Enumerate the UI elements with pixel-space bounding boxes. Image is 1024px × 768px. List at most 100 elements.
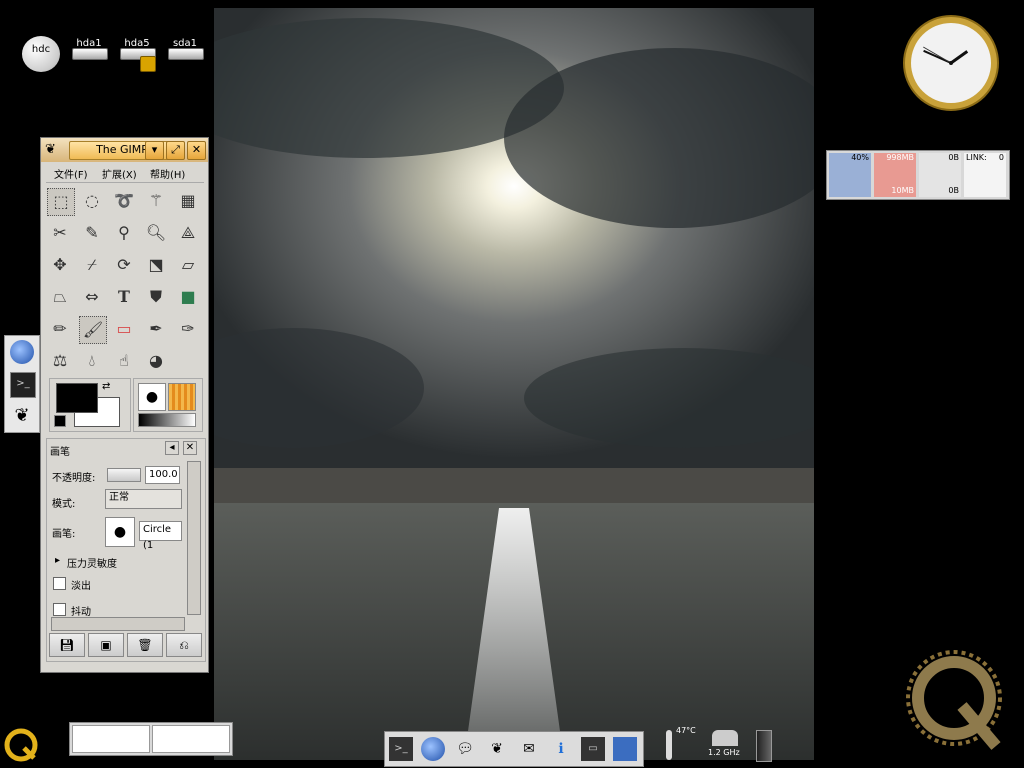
pager-desktop-1[interactable]: [72, 725, 150, 753]
desktop-icon[interactable]: [613, 737, 637, 761]
eraser-icon[interactable]: ▭: [111, 316, 137, 342]
gimp-icon[interactable]: ❦: [485, 737, 509, 761]
lasso-icon[interactable]: ➰: [111, 188, 137, 214]
close-button[interactable]: ✕: [187, 141, 206, 160]
tool-options-title: 画笔: [50, 447, 70, 458]
scissors-icon[interactable]: ✂: [47, 220, 73, 246]
cpu-label: 40%: [851, 153, 869, 162]
email-icon[interactable]: ✉: [517, 737, 541, 761]
crop-icon[interactable]: ⌿: [79, 252, 105, 278]
vertical-scrollbar[interactable]: [187, 461, 201, 615]
kde-logo-icon[interactable]: [4, 728, 38, 762]
paintbrush-icon[interactable]: 🖌︎: [79, 316, 107, 344]
link-value: 0: [998, 153, 1004, 162]
gradient-preview[interactable]: [138, 413, 196, 427]
panel-close-icon[interactable]: ✕: [183, 441, 197, 455]
rect-select-icon[interactable]: ⬚: [47, 188, 75, 216]
dodge-burn-icon[interactable]: ◕: [143, 348, 169, 374]
brush-pattern-gradient-area[interactable]: ●: [133, 378, 203, 432]
zoom-icon[interactable]: 🔍︎: [143, 220, 169, 246]
foreground-color[interactable]: [56, 383, 98, 413]
restore-icon[interactable]: ▣: [88, 633, 124, 657]
default-colors-icon[interactable]: [54, 415, 66, 427]
blend-icon[interactable]: ■: [175, 284, 201, 310]
window-titlebar[interactable]: ❦ The GIMP ▾ ⤢ ✕: [41, 138, 208, 162]
desktop-pager[interactable]: [69, 722, 233, 756]
terminal-icon[interactable]: >_: [389, 737, 413, 761]
pencil-icon[interactable]: ✏: [47, 316, 73, 342]
mode-dropdown[interactable]: 正常: [105, 489, 182, 509]
menu-file[interactable]: 文件(F): [54, 166, 88, 181]
swap-colors-icon[interactable]: ⇄: [102, 381, 110, 392]
mode-label: 模式:: [52, 499, 76, 510]
select-by-color-icon[interactable]: ▦: [175, 188, 201, 214]
chat-icon[interactable]: 💬︎: [453, 737, 477, 761]
network-monitor: 0B 0B: [919, 153, 961, 197]
ellipse-select-icon[interactable]: ◌: [79, 188, 105, 214]
blur-icon[interactable]: 💧︎: [79, 348, 105, 374]
text-icon[interactable]: T: [111, 284, 137, 310]
lock-icon: [140, 56, 156, 72]
opacity-field[interactable]: 100.0: [145, 466, 180, 484]
network-label: 0B: [948, 153, 959, 162]
gimp-icon[interactable]: ❦: [45, 142, 56, 157]
flip-icon[interactable]: ⇔: [79, 284, 105, 310]
menu-help[interactable]: 帮助(H): [150, 166, 185, 181]
cpu-gauge-icon: [712, 730, 738, 746]
horizontal-scrollbar[interactable]: [51, 617, 185, 631]
jitter-label: 抖动: [71, 607, 91, 618]
pressure-sensitivity-expander[interactable]: 压力灵敏度: [67, 555, 117, 570]
expander-arrow-icon[interactable]: ▸: [55, 555, 60, 566]
cpu-monitor: 40%: [829, 153, 871, 197]
brush-name-field[interactable]: Circle (1: [139, 521, 182, 551]
panel-collapse-icon[interactable]: ◂: [165, 441, 179, 455]
scale-icon[interactable]: ⬔: [143, 252, 169, 278]
desktop-wallpaper: [214, 8, 814, 760]
bucket-fill-icon[interactable]: ⛊: [143, 284, 169, 310]
menu-extensions[interactable]: 扩展(X): [102, 166, 137, 181]
move-icon[interactable]: ✥: [47, 252, 73, 278]
tool-options-panel: 画笔 ◂ ✕ 不透明度: 100.0 模式: 正常 画笔: ● Circle (…: [46, 438, 206, 662]
cdrom-drive-icon[interactable]: hdc: [22, 36, 60, 72]
opacity-slider[interactable]: [107, 468, 141, 482]
maximize-button[interactable]: ⤢: [166, 141, 185, 160]
info-icon[interactable]: ℹ: [549, 737, 573, 761]
left-dock: >_ ❦: [4, 335, 40, 433]
system-monitor: 40% 998MB 10MB 0B 0B LINK: 0: [826, 150, 1010, 200]
smudge-icon[interactable]: ☝: [111, 348, 137, 374]
save-icon[interactable]: 💾︎: [49, 633, 85, 657]
reset-icon[interactable]: ⎌: [166, 633, 202, 657]
analog-clock[interactable]: [902, 14, 1000, 112]
brush-select-icon[interactable]: ●: [105, 517, 135, 547]
minimize-button[interactable]: ▾: [145, 141, 164, 160]
console-icon[interactable]: ▭: [581, 737, 605, 761]
measure-icon[interactable]: ⟁: [175, 220, 201, 246]
paths-icon[interactable]: ✎: [79, 220, 105, 246]
fuzzy-select-icon[interactable]: ⚚: [143, 188, 169, 214]
disk-drive-icon[interactable]: sda1: [168, 38, 204, 60]
menu-bar: 文件(F) 扩展(X) 帮助(H): [46, 164, 204, 183]
fade-checkbox[interactable]: [53, 577, 66, 590]
brush-preview-icon[interactable]: ●: [138, 383, 166, 411]
color-picker-icon[interactable]: ⚲: [111, 220, 137, 246]
clone-icon[interactable]: ⚖: [47, 348, 73, 374]
disk-drive-icon[interactable]: hda1: [72, 38, 108, 60]
ink-icon[interactable]: ✑: [175, 316, 201, 342]
opacity-label: 不透明度:: [52, 473, 96, 484]
browser-globe-icon[interactable]: [421, 737, 445, 761]
jitter-checkbox[interactable]: [53, 603, 66, 616]
perspective-icon[interactable]: ⏢: [47, 284, 73, 310]
shear-icon[interactable]: ▱: [175, 252, 201, 278]
airbrush-icon[interactable]: ✒: [143, 316, 169, 342]
memory-label: 998MB: [886, 153, 914, 162]
pattern-preview[interactable]: [168, 383, 196, 411]
fade-label: 淡出: [71, 581, 91, 592]
rotate-icon[interactable]: ⟳: [111, 252, 137, 278]
terminal-icon[interactable]: >_: [10, 372, 36, 398]
fg-bg-color-area[interactable]: ⇄: [49, 378, 131, 432]
pager-desktop-2[interactable]: [152, 725, 230, 753]
trash-icon[interactable]: 🗑︎: [127, 633, 163, 657]
gimp-icon[interactable]: ❦: [10, 404, 34, 428]
globe-icon[interactable]: [10, 340, 34, 364]
cpu-frequency-monitor: 1.2 GHz: [706, 728, 746, 768]
